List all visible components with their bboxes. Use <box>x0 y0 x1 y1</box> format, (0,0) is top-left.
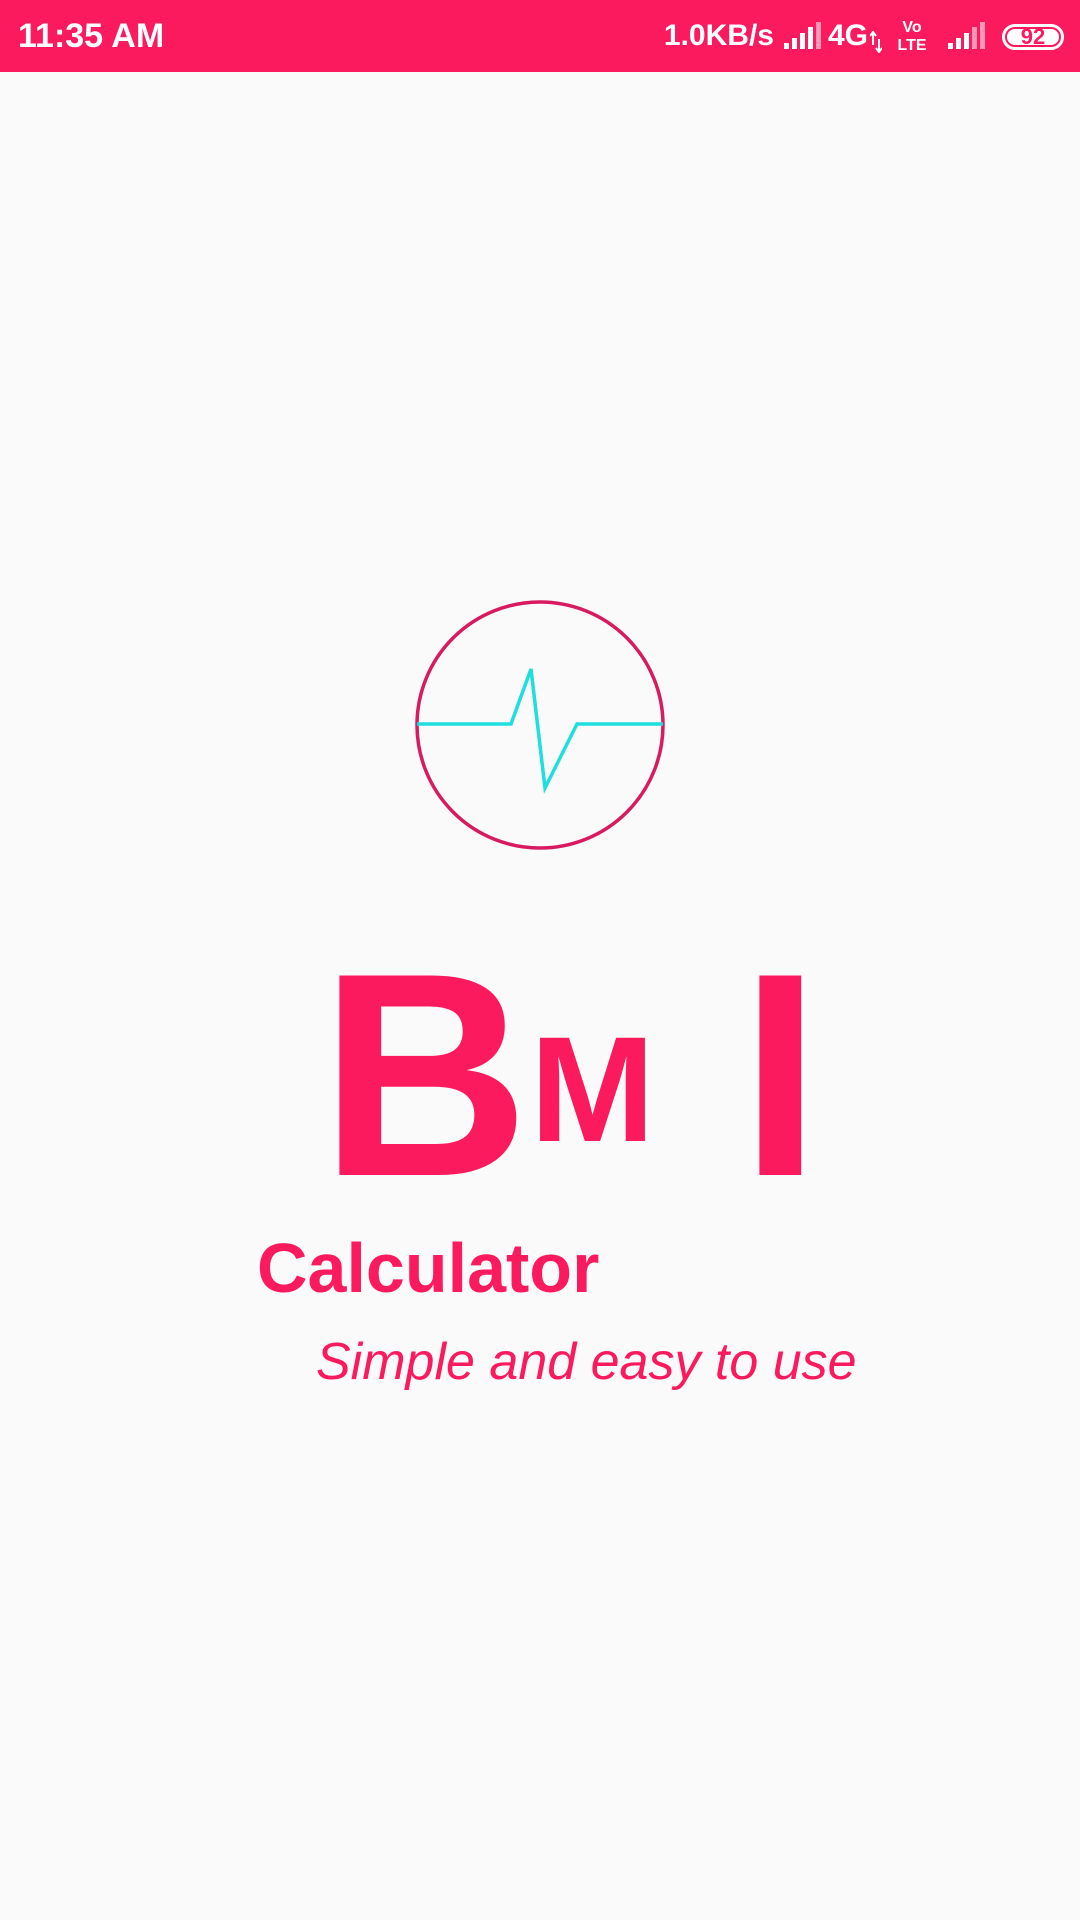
status-indicators: 1.0KB/s 4G Vo LTE 92 <box>664 14 1064 58</box>
heartbeat-circle-icon <box>415 600 665 850</box>
battery-icon: 92 <box>1002 24 1064 50</box>
network-speed: 1.0KB/s <box>663 19 774 52</box>
status-bar: 11:35 AM 1.0KB/s 4G Vo LTE 92 <box>0 0 1080 72</box>
subtitle-calculator: Calculator <box>257 1229 600 1307</box>
status-time: 11:35 AM <box>18 17 165 55</box>
network-type: 4G <box>827 19 868 52</box>
signal-icon-secondary <box>948 22 985 49</box>
title-letter-b: B <box>320 913 530 1237</box>
volte-bottom-label: LTE <box>897 37 926 54</box>
title-letter-m: M <box>530 1005 655 1173</box>
title-letter-i: I <box>740 913 821 1237</box>
signal-icon <box>783 22 821 49</box>
volte-icon: Vo LTE <box>897 19 926 54</box>
bmi-title: B M I <box>320 913 821 1237</box>
battery-level: 92 <box>1020 24 1046 49</box>
data-arrows-icon <box>870 31 882 53</box>
tagline: Simple and easy to use <box>316 1333 857 1391</box>
volte-top-label: Vo <box>902 19 921 36</box>
